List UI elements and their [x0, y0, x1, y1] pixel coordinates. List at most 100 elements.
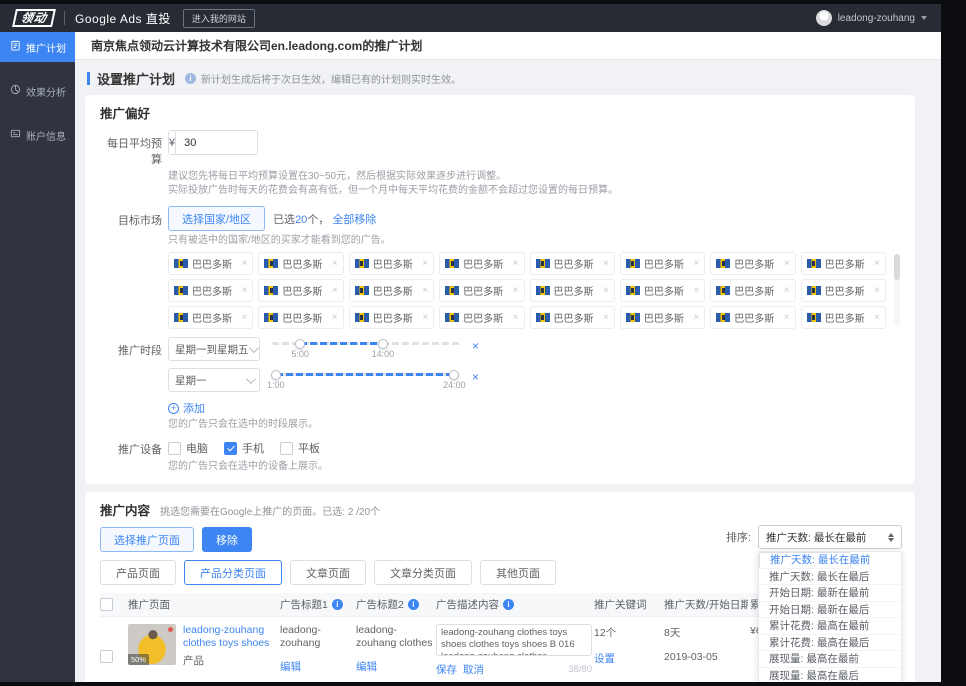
select-country-button[interactable]: 选择国家/地区 [168, 206, 266, 231]
time-range-slider[interactable]: 1:00 24:00 [267, 367, 466, 393]
remove-tag-icon[interactable]: × [332, 285, 338, 296]
sort-option[interactable]: 累计花费: 最高在最后 [759, 635, 901, 651]
select-pages-button[interactable]: 选择推广页面 [100, 527, 194, 552]
device-checkbox-电脑[interactable]: 电脑 [168, 440, 208, 456]
time-range-slider[interactable]: 5:00 14:00 [272, 336, 460, 362]
remove-tag-icon[interactable]: × [874, 312, 880, 323]
remove-tag-icon[interactable]: × [693, 285, 699, 296]
content-note: 挑选您需要在Google上推广的页面。已选: 2 /20个 [160, 507, 381, 518]
remove-tag-icon[interactable]: × [693, 258, 699, 269]
device-checkbox-手机[interactable]: 手机 [224, 440, 264, 456]
remove-pages-button[interactable]: 移除 [202, 527, 252, 552]
remove-tag-icon[interactable]: × [242, 258, 248, 269]
ad-description-edit-box[interactable]: leadong-zouhang clothes toys shoes cloth… [436, 624, 592, 656]
sort-option[interactable]: 开始日期: 最新在最前 [759, 585, 901, 602]
remove-tag-icon[interactable]: × [784, 285, 790, 296]
product-name: Google Ads 直投 [75, 11, 171, 26]
remove-tag-icon[interactable]: × [874, 285, 880, 296]
budget-input[interactable] [176, 131, 257, 154]
row-checkbox[interactable] [100, 650, 113, 663]
remove-tag-icon[interactable]: × [603, 285, 609, 296]
slider-active-track [300, 342, 383, 345]
section-accent-bar [87, 72, 90, 85]
sort-option[interactable]: 推广天数: 最长在最后 [759, 569, 901, 585]
column-header-label: 推广天数/开始日期 [664, 599, 748, 611]
chevron-down-icon [248, 342, 259, 353]
country-tag: 巴巴多斯 × [168, 306, 254, 329]
content-card-title: 推广内容 [100, 504, 151, 518]
remove-tag-icon[interactable]: × [332, 258, 338, 269]
header-checkbox[interactable] [100, 598, 113, 611]
sort-option[interactable]: 累计花费: 最高在最前 [759, 618, 901, 635]
day-select[interactable]: 星期一 [168, 368, 260, 392]
flag-icon [625, 259, 640, 268]
remove-schedule-icon[interactable]: × [472, 340, 479, 352]
remove-tag-icon[interactable]: × [422, 285, 428, 296]
remove-tag-icon[interactable]: × [422, 258, 428, 269]
section-title: 设置推广计划 [97, 72, 176, 87]
edit-link[interactable]: 编辑 [280, 661, 301, 673]
notification-dot [168, 627, 173, 632]
tab-产品页面[interactable]: 产品页面 [100, 560, 176, 585]
tab-文章页面[interactable]: 文章页面 [290, 560, 366, 585]
device-option-label: 手机 [242, 443, 264, 455]
remove-tag-icon[interactable]: × [603, 312, 609, 323]
tab-文章分类页面[interactable]: 文章分类页面 [374, 560, 472, 585]
remove-tag-icon[interactable]: × [603, 258, 609, 269]
slider-handle-end[interactable] [449, 369, 460, 380]
main-area: 南京焦点领动云计算技术有限公司en.leadong.com的推广计划 设置推广计… [75, 32, 941, 682]
sidebar-item-账户信息[interactable]: 账户信息 [0, 120, 75, 150]
remove-tag-icon[interactable]: × [513, 312, 519, 323]
sort-select[interactable]: 推广天数: 最长在最前 [758, 525, 902, 549]
remove-tag-icon[interactable]: × [693, 312, 699, 323]
info-icon[interactable]: i [331, 599, 343, 610]
save-link[interactable]: 保存 [436, 662, 457, 677]
column-header: 推广关键词 [594, 597, 662, 612]
page-link[interactable]: leadong-zouhang clothes toys shoes cloth… [183, 624, 278, 650]
schedule-label: 推广时段 [118, 345, 162, 357]
header-checkbox-cell [100, 593, 126, 616]
remove-tag-icon[interactable]: × [874, 258, 880, 269]
remove-tag-icon[interactable]: × [242, 285, 248, 296]
device-label: 推广设备 [118, 444, 162, 456]
country-tag: 巴巴多斯 × [258, 252, 344, 275]
remove-tag-icon[interactable]: × [332, 312, 338, 323]
sort-option[interactable]: 开始日期: 最新在最后 [759, 602, 901, 618]
edit-link[interactable]: 编辑 [356, 661, 377, 673]
country-tag-label: 巴巴多斯 [372, 287, 413, 298]
country-tag-label: 巴巴多斯 [463, 260, 504, 271]
country-tag-label: 巴巴多斯 [463, 314, 504, 325]
day-select[interactable]: 星期一到星期五 [168, 337, 260, 361]
tab-产品分类页面[interactable]: 产品分类页面 [184, 560, 282, 585]
sort-option[interactable]: 推广天数: 最长在最前 [759, 552, 870, 569]
info-icon[interactable]: i [407, 599, 419, 610]
sort-option[interactable]: 展现量: 最高在最前 [759, 651, 901, 668]
slider-handle-start[interactable] [270, 369, 281, 380]
country-tag: 巴巴多斯 × [168, 279, 254, 302]
set-keywords-link[interactable]: 设置 [594, 653, 615, 665]
slider-handle-start[interactable] [295, 338, 306, 349]
enter-site-button[interactable]: 进入我的网站 [182, 8, 255, 28]
slider-handle-end[interactable] [377, 338, 388, 349]
sidebar-item-推广计划[interactable]: 推广计划 [0, 32, 75, 62]
sort-option[interactable]: 展现量: 最高在最后 [759, 668, 901, 683]
tab-其他页面[interactable]: 其他页面 [480, 560, 556, 585]
remove-tag-icon[interactable]: × [784, 312, 790, 323]
remove-tag-icon[interactable]: × [513, 285, 519, 296]
remove-tag-icon[interactable]: × [784, 258, 790, 269]
edit-actions: 保存 取消 38/80 [436, 662, 592, 677]
remove-all-link[interactable]: 全部移除 [332, 214, 376, 226]
add-schedule-button[interactable]: + 添加 [168, 400, 900, 416]
remove-tag-icon[interactable]: × [422, 312, 428, 323]
remove-schedule-icon[interactable]: × [472, 371, 479, 383]
cancel-link[interactable]: 取消 [463, 662, 484, 677]
column-header-label: 推广页面 [128, 599, 170, 611]
tags-scrollbar[interactable] [894, 254, 900, 326]
remove-tag-icon[interactable]: × [242, 312, 248, 323]
country-tag: 巴巴多斯 × [258, 279, 344, 302]
info-icon[interactable]: i [503, 599, 514, 610]
device-checkbox-平板[interactable]: 平板 [280, 440, 320, 456]
remove-tag-icon[interactable]: × [513, 258, 519, 269]
sidebar-item-效果分析[interactable]: 效果分析 [0, 76, 75, 106]
user-menu[interactable]: leadong-zouhang [815, 10, 927, 26]
